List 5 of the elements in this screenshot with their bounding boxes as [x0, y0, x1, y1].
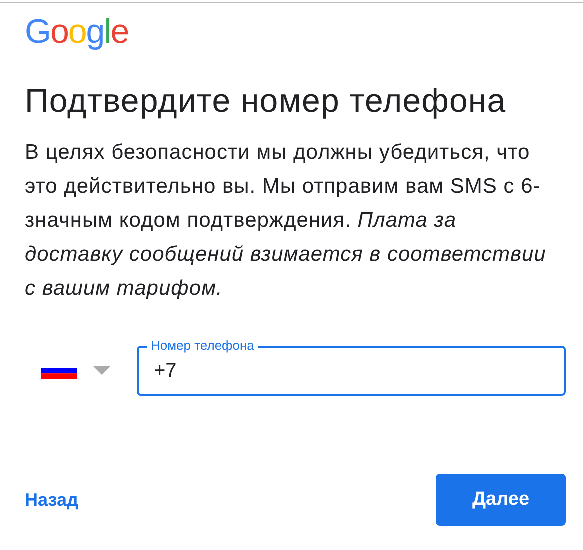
logo: Google [25, 12, 129, 52]
back-link[interactable]: Назад [25, 490, 78, 510]
next-button[interactable]: Далее [436, 474, 566, 526]
page-title: Подтвердите номер телефона [25, 82, 508, 120]
description-text: В целях безопасности мы должны убедиться, что это действительно вы. Мы отправим вам SMS с 6-значным кодом подтверждения. Плата за доставку сообщений взимается в соответствии с вашим тарифом. [25, 140, 548, 302]
